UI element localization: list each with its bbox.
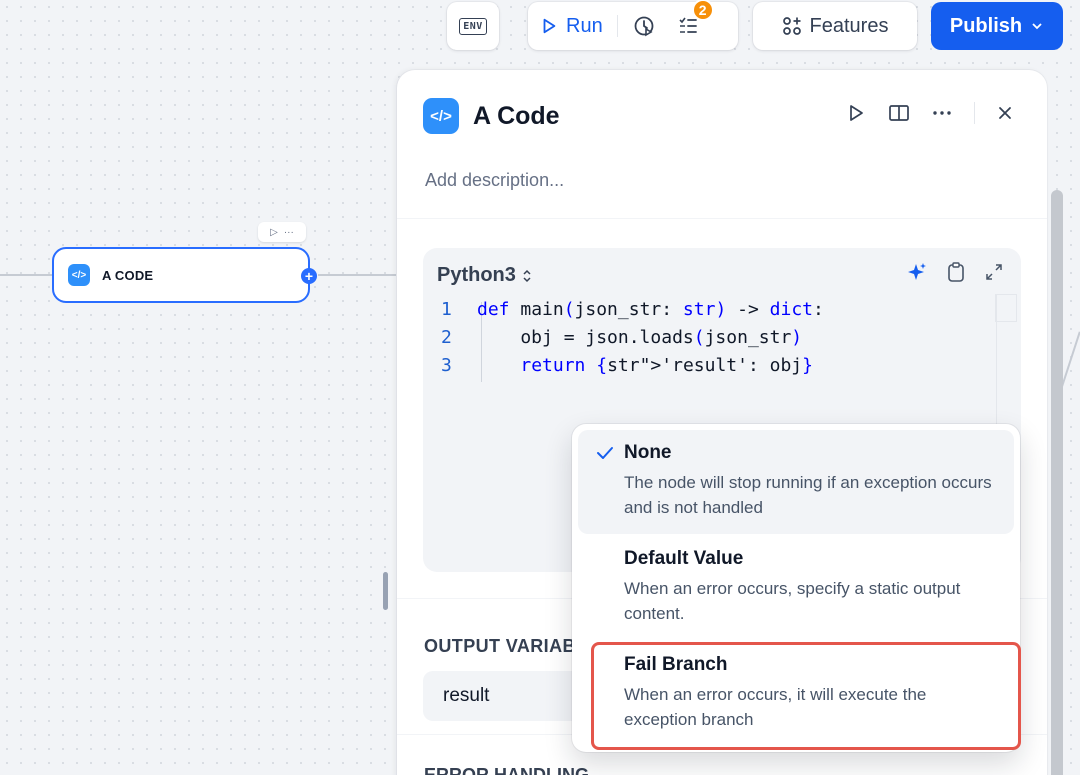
run-label: Run	[566, 14, 603, 37]
env-icon: ENV	[459, 17, 487, 35]
docs-book-icon[interactable]	[888, 103, 910, 123]
option-title: Default Value	[624, 548, 744, 569]
run-button[interactable]: Run	[540, 15, 603, 38]
code-line: 2 obj = json.loads(json_str)	[441, 324, 824, 352]
node-title: A CODE	[102, 267, 154, 283]
line-number: 3	[441, 355, 452, 376]
panel-scrollbar[interactable]	[1051, 190, 1063, 775]
node-run-icon[interactable]: ▷	[270, 227, 278, 238]
actions-divider	[974, 102, 975, 124]
expand-icon[interactable]	[985, 263, 1003, 281]
code-text: obj = json.loads(json_str)	[477, 327, 803, 348]
language-select[interactable]: Python3	[437, 264, 533, 287]
workflow-edge	[318, 274, 398, 276]
code-lines[interactable]: 1 def main(json_str: str) -> dict: 2 obj…	[441, 296, 824, 380]
chevron-down-icon	[1030, 19, 1044, 33]
option-description: The node will stop running if an excepti…	[624, 473, 992, 517]
option-default-value[interactable]: Default Value When an error occurs, spec…	[578, 536, 1014, 640]
check-icon	[596, 446, 614, 460]
highlight-box	[591, 642, 1021, 750]
option-description: When an error occurs, specify a static o…	[624, 579, 961, 623]
code-icon: </>	[423, 98, 459, 134]
checklist-badge: 2	[691, 0, 714, 21]
panel-header: </> A Code	[423, 98, 560, 134]
code-text: def main(json_str: str) -> dict:	[477, 299, 824, 320]
line-number: 1	[441, 299, 452, 320]
toolbar-divider	[616, 15, 618, 37]
panel-resize-handle[interactable]	[383, 572, 388, 610]
option-none[interactable]: None The node will stop running if an ex…	[578, 430, 1014, 534]
publish-button[interactable]: Publish	[931, 2, 1063, 50]
add-node-icon[interactable]: +	[301, 268, 317, 284]
more-icon[interactable]	[932, 110, 952, 116]
node-toolbar: ▷ ···	[258, 222, 306, 242]
checklist-icon[interactable]: 2	[676, 0, 714, 38]
code-text: return {str">'result': obj}	[520, 355, 813, 376]
code-icon: </>	[68, 264, 90, 286]
code-node[interactable]: </> A CODE +	[52, 247, 317, 303]
env-button[interactable]: ENV	[447, 2, 499, 50]
chevron-updown-icon	[521, 269, 533, 283]
panel-actions	[846, 102, 1013, 124]
features-button[interactable]: Features	[753, 2, 917, 50]
code-minimap	[995, 294, 1017, 322]
line-number: 2	[441, 327, 452, 348]
publish-label: Publish	[949, 14, 1023, 37]
node-more-icon[interactable]: ···	[284, 227, 294, 238]
sparkle-icon[interactable]	[907, 262, 927, 282]
workflow-edge	[0, 274, 52, 276]
language-label: Python3	[437, 264, 516, 286]
copy-icon[interactable]	[947, 262, 965, 282]
close-icon[interactable]	[997, 105, 1013, 121]
code-scrollbar-line	[996, 294, 997, 434]
error-handling-label: ERROR HANDLING	[424, 765, 589, 775]
description-input[interactable]: Add description...	[425, 170, 564, 191]
code-line: 1 def main(json_str: str) -> dict:	[441, 296, 824, 324]
features-label: Features	[809, 14, 889, 37]
play-icon	[540, 17, 558, 35]
panel-title[interactable]: A Code	[473, 102, 560, 131]
run-node-icon[interactable]	[846, 103, 866, 123]
run-history-icon[interactable]	[632, 14, 656, 38]
section-divider	[397, 218, 1047, 219]
code-tools	[907, 262, 1003, 282]
code-line: 3 return {str">'result': obj}	[441, 352, 824, 380]
option-title: None	[624, 442, 672, 463]
features-icon	[782, 16, 802, 36]
run-toolbar: Run 2	[528, 0, 738, 50]
